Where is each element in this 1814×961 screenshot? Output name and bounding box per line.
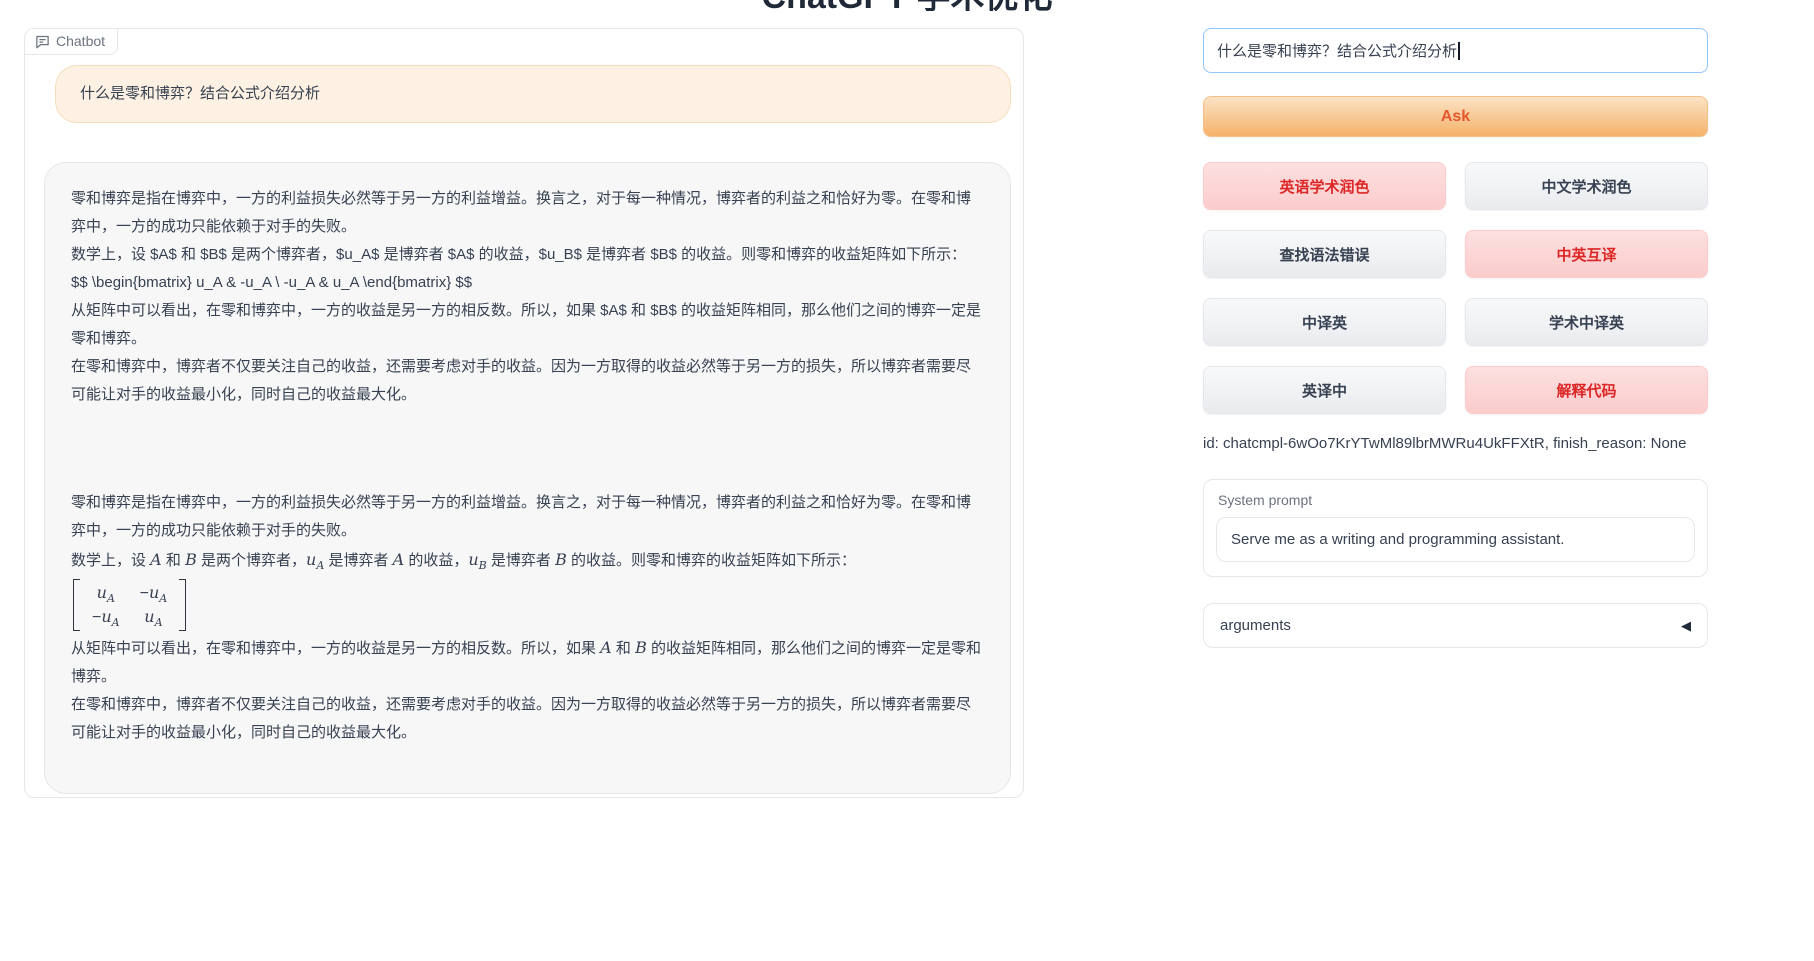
- user-message-text: 什么是零和博弈？结合公式介绍分析: [80, 85, 320, 102]
- matrix-cell: uA: [140, 605, 168, 629]
- matrix-cell: uA: [92, 581, 120, 605]
- bot-message-bubble: 零和博弈是指在博弈中，一方的利益损失必然等于另一方的利益增益。换言之，对于每一种…: [44, 162, 1011, 794]
- text-caret: [1458, 42, 1460, 60]
- fn-button-学术中译英[interactable]: 学术中译英: [1465, 298, 1708, 346]
- bot-raw-paragraph: 数学上，设 $A$ 和 $B$ 是两个博弈者，$u_A$ 是博弈者 $A$ 的收…: [71, 241, 984, 269]
- matrix-cell: −uA: [92, 605, 120, 629]
- status-line: id: chatcmpl-6wOo7KrYTwMl89lbrMWRu4UkFFX…: [1203, 435, 1708, 452]
- matrix-cell: −uA: [140, 581, 168, 605]
- bot-rendered-paragraph: 零和博弈是指在博弈中，一方的利益损失必然等于另一方的利益增益。换言之，对于每一种…: [71, 489, 984, 545]
- chatbot-panel-label-text: Chatbot: [56, 33, 105, 49]
- chat-bubble-icon: [35, 34, 50, 49]
- system-prompt-card: System prompt Serve me as a writing and …: [1203, 479, 1708, 577]
- question-input[interactable]: 什么是零和博弈？结合公式介绍分析: [1203, 28, 1708, 73]
- bot-raw-paragraph: 在零和博弈中，博弈者不仅要关注自己的收益，还需要考虑对手的收益。因为一方取得的收…: [71, 353, 984, 409]
- chatbot-panel: Chatbot 什么是零和博弈？结合公式介绍分析 零和博弈是指在博弈中，一方的利…: [24, 28, 1024, 798]
- bot-raw-paragraph: 零和博弈是指在博弈中，一方的利益损失必然等于另一方的利益增益。换言之，对于每一种…: [71, 185, 984, 241]
- fn-button-中文学术润色[interactable]: 中文学术润色: [1465, 162, 1708, 210]
- user-message-bubble: 什么是零和博弈？结合公式介绍分析: [55, 65, 1011, 123]
- bot-rendered-paragraph-math: 从矩阵中可以看出，在零和博弈中，一方的收益是另一方的相反数。所以，如果 A 和 …: [71, 634, 984, 691]
- bot-raw-paragraph: $$ \begin{bmatrix} u_A & -u_A \ -u_A & u…: [71, 269, 984, 297]
- rendered-matrix: uA−uA−uAuA: [71, 576, 984, 634]
- fn-button-中英互译[interactable]: 中英互译: [1465, 230, 1708, 278]
- arguments-accordion[interactable]: arguments ◀: [1203, 603, 1708, 648]
- bot-rendered-paragraph: 在零和博弈中，博弈者不仅要关注自己的收益，还需要考虑对手的收益。因为一方取得的收…: [71, 691, 984, 747]
- question-input-value: 什么是零和博弈？结合公式介绍分析: [1217, 40, 1457, 61]
- system-prompt-label: System prompt: [1218, 492, 1695, 508]
- collapsed-triangle-icon: ◀: [1681, 618, 1691, 634]
- fn-button-英语学术润色[interactable]: 英语学术润色: [1203, 162, 1446, 210]
- chatbot-panel-label: Chatbot: [25, 29, 118, 55]
- page-title: ChatGPT 学术优化: [0, 0, 1814, 11]
- arguments-accordion-label: arguments: [1220, 617, 1291, 634]
- bot-rendered-paragraph-math: 数学上，设 A 和 B 是两个博弈者，uA 是博弈者 A 的收益，uB 是博弈者…: [71, 545, 984, 576]
- matrix-right-bracket: [179, 579, 186, 631]
- header: ChatGPT 学术优化: [0, 0, 1814, 11]
- system-prompt-value: Serve me as a writing and programming as…: [1231, 531, 1564, 548]
- matrix-left-bracket: [73, 579, 80, 631]
- fn-button-英译中[interactable]: 英译中: [1203, 366, 1446, 414]
- message-block-gap: [71, 409, 984, 489]
- fn-button-查找语法错误[interactable]: 查找语法错误: [1203, 230, 1446, 278]
- bot-raw-paragraph: 从矩阵中可以看出，在零和博弈中，一方的收益是另一方的相反数。所以，如果 $A$ …: [71, 297, 984, 353]
- bot-raw-markdown-block: 零和博弈是指在博弈中，一方的利益损失必然等于另一方的利益增益。换言之，对于每一种…: [71, 185, 984, 409]
- bot-rendered-block: 零和博弈是指在博弈中，一方的利益损失必然等于另一方的利益增益。换言之，对于每一种…: [71, 489, 984, 747]
- ask-button[interactable]: Ask: [1203, 96, 1708, 137]
- function-button-grid: 英语学术润色中文学术润色查找语法错误中英互译中译英学术中译英英译中解释代码: [1203, 162, 1708, 414]
- controls-column: 什么是零和博弈？结合公式介绍分析 Ask 英语学术润色中文学术润色查找语法错误中…: [1203, 28, 1708, 648]
- fn-button-中译英[interactable]: 中译英: [1203, 298, 1446, 346]
- fn-button-解释代码[interactable]: 解释代码: [1465, 366, 1708, 414]
- system-prompt-input[interactable]: Serve me as a writing and programming as…: [1216, 517, 1695, 562]
